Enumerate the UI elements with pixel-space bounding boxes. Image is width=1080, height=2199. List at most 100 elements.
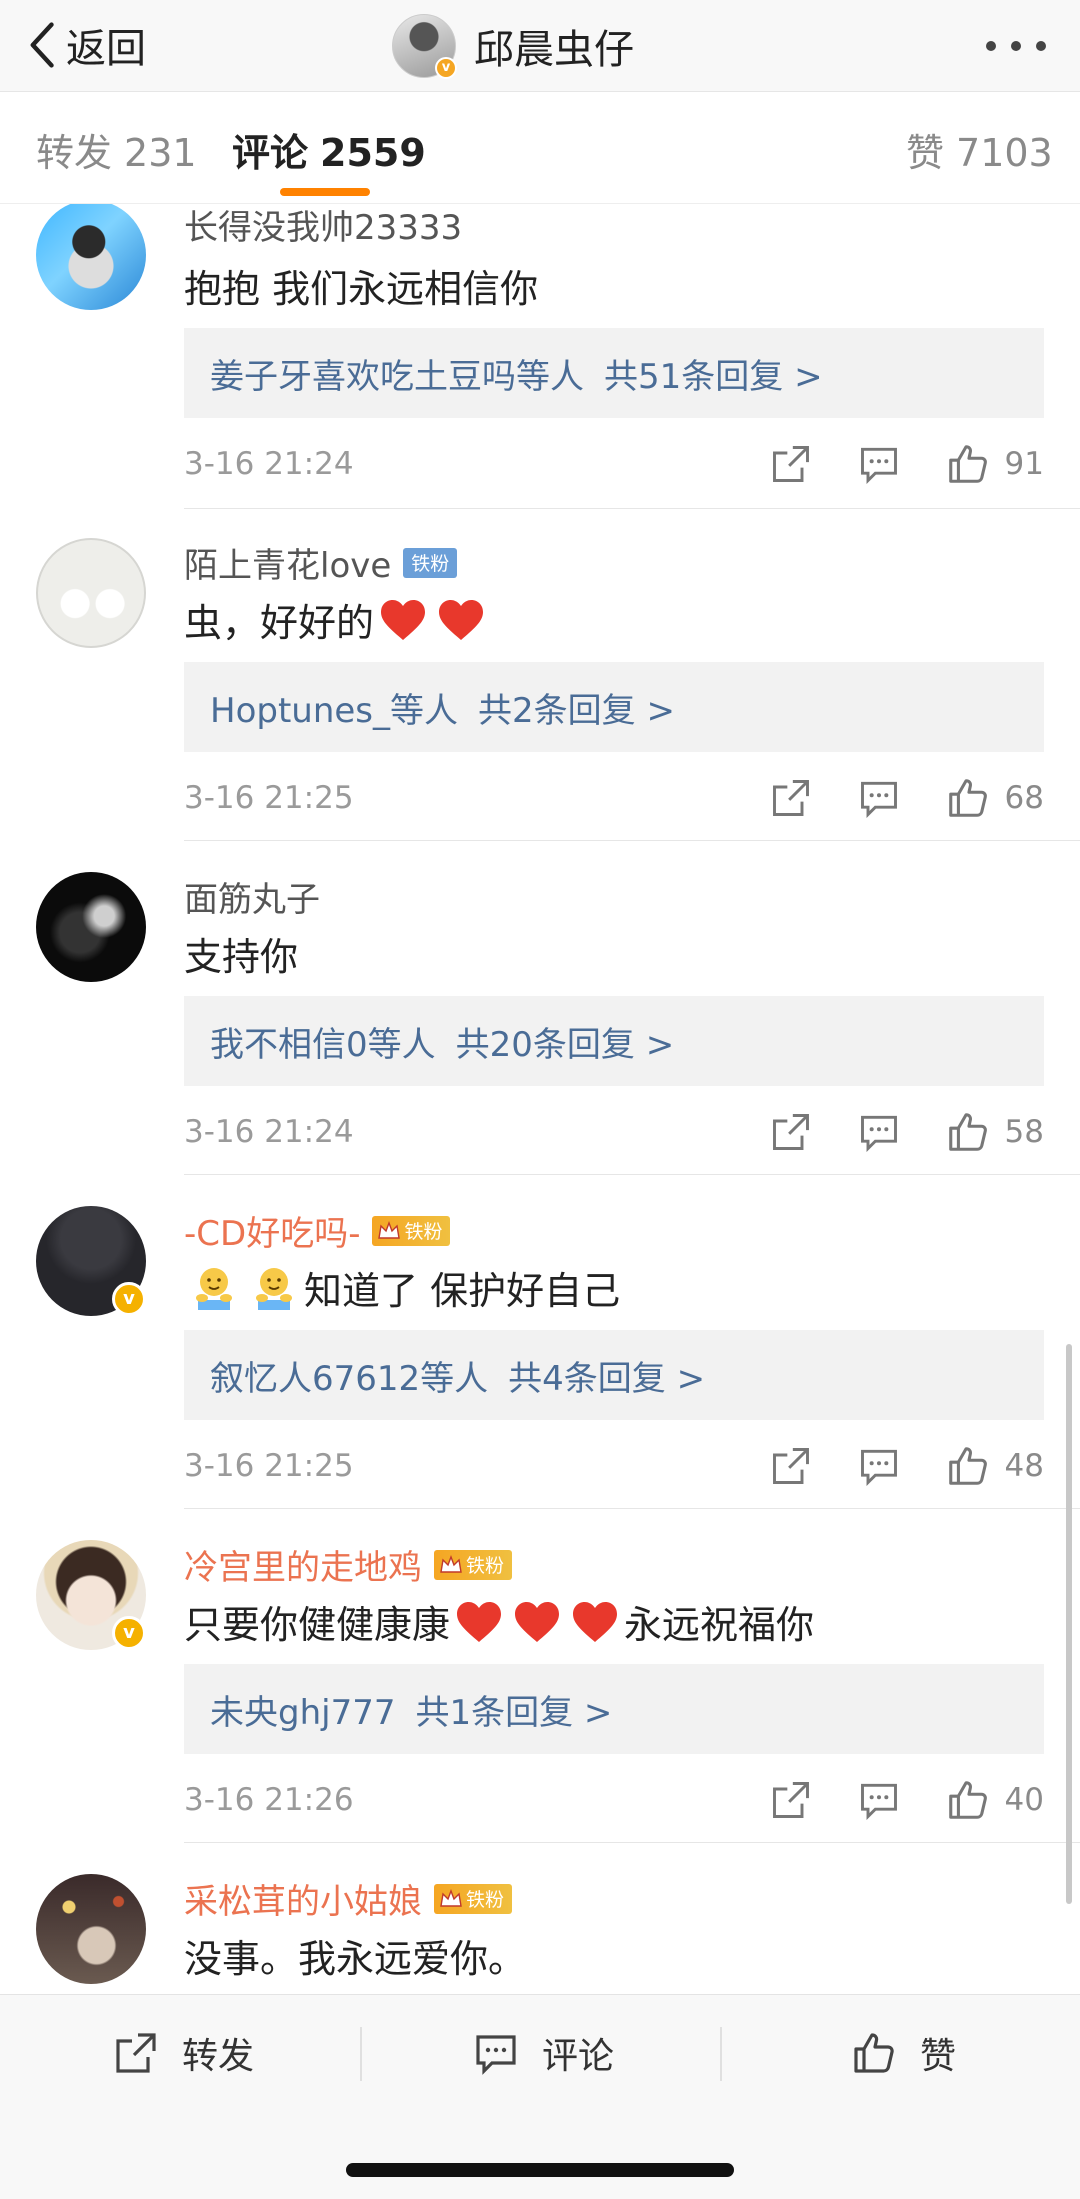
reply-names: 姜子牙喜欢吃土豆吗等人 (210, 356, 584, 397)
divider (184, 508, 1080, 509)
bottom-action-bar: 转发 评论 赞 (0, 1994, 1080, 2199)
comment-text-content: 永远祝福你 (624, 1603, 815, 1647)
comment-icon (476, 2035, 516, 2075)
comment-icon[interactable] (857, 776, 901, 820)
repost-icon[interactable] (769, 1778, 813, 1822)
comment-icon[interactable] (857, 1444, 901, 1488)
reply-count: 共51条回复 > (604, 356, 823, 397)
repost-label: 转发 (182, 2036, 255, 2077)
author-avatar: v (392, 14, 457, 79)
tab-comments[interactable]: 评论 2559 (232, 122, 426, 177)
avatar[interactable]: v (36, 1540, 146, 1650)
reply-preview[interactable]: 我不相信0等人 共20条回复 > (184, 996, 1044, 1086)
avatar[interactable] (36, 1874, 146, 1984)
comment-icon[interactable] (857, 442, 901, 486)
timestamp: 3-16 21:25 (184, 1448, 354, 1484)
avatar[interactable] (36, 204, 146, 310)
chevron-left-icon (30, 22, 54, 68)
repost-icon[interactable] (769, 1444, 813, 1488)
divider (184, 840, 1080, 841)
hug-emoji-icon (196, 1267, 232, 1310)
reply-names: 未央ghj777 (210, 1692, 396, 1733)
fan-badge: 铁粉 (403, 547, 458, 578)
reply-preview[interactable]: 姜子牙喜欢吃土豆吗等人 共51条回复 > (184, 328, 1044, 418)
nav-title[interactable]: v 邱晨虫仔 (392, 0, 634, 92)
thumbs-up-icon (948, 1113, 987, 1151)
comment-list[interactable]: 长得没我帅23333 抱抱 我们永远相信你 姜子牙喜欢吃土豆吗等人 共51条回复 … (0, 204, 1080, 1994)
verified-icon: v (112, 1282, 146, 1316)
home-indicator[interactable] (346, 2163, 734, 2177)
thumbs-up-icon (948, 1781, 987, 1819)
avatar[interactable] (36, 538, 146, 648)
divider (184, 1174, 1080, 1175)
username[interactable]: 采松茸的小姑娘 铁粉 (184, 1874, 513, 1923)
username[interactable]: 冷宫里的走地鸡 铁粉 (184, 1540, 513, 1589)
comment-text: 支持你 (184, 935, 299, 979)
like-button[interactable]: 58 (945, 1109, 1044, 1155)
comment-icon[interactable] (857, 1778, 901, 1822)
like-count: 40 (1004, 1782, 1044, 1818)
comment-text: 没事。我永远爱你。 (184, 1937, 527, 1981)
like-count: 58 (1004, 1114, 1044, 1150)
tab-comments-label: 评论 (232, 131, 309, 175)
back-label: 返回 (66, 26, 146, 72)
tab-likes[interactable]: 赞 7103 (906, 122, 1053, 177)
crown-icon (440, 1554, 462, 1573)
divider (184, 1508, 1080, 1509)
thumbs-up-icon (948, 445, 987, 483)
reply-preview[interactable]: 叙忆人67612等人 共4条回复 > (184, 1330, 1044, 1420)
like-count: 91 (1004, 446, 1044, 482)
fan-badge: 铁粉 (372, 1215, 451, 1246)
username-text: 采松茸的小姑娘 (184, 1882, 422, 1922)
comment-icon[interactable] (857, 1110, 901, 1154)
divider (184, 1842, 1080, 1843)
like-button[interactable]: 68 (945, 775, 1044, 821)
tab-likes-count: 7103 (956, 131, 1053, 175)
username[interactable]: 面筋丸子 (184, 872, 320, 921)
comment-text: 抱抱 我们永远相信你 (184, 267, 539, 311)
username-text: 冷宫里的走地鸡 (184, 1548, 422, 1588)
comment-label: 评论 (542, 2036, 615, 2077)
heart-emoji-icon (457, 1601, 502, 1642)
scrollbar[interactable] (1066, 1344, 1072, 1904)
comment-text: 知道了 保护好自己 (184, 1260, 620, 1315)
comment-button[interactable]: 评论 (472, 2023, 614, 2083)
author-name: 邱晨虫仔 (474, 27, 634, 73)
more-icon[interactable] (986, 26, 1046, 66)
thumbs-up-icon (948, 1447, 987, 1485)
top-nav-bar: 返回 v 邱晨虫仔 (0, 0, 1080, 92)
comment-text: 只要你健健康康 永远祝福你 (184, 1594, 814, 1649)
username-text: -CD好吃吗- (184, 1214, 361, 1254)
repost-icon[interactable] (769, 442, 813, 486)
like-button[interactable]: 赞 (850, 2023, 956, 2083)
reply-preview[interactable]: Hoptunes_等人 共2条回复 > (184, 662, 1044, 752)
fan-badge: 铁粉 (434, 1883, 513, 1914)
reply-preview[interactable]: 未央ghj777 共1条回复 > (184, 1664, 1044, 1754)
repost-icon[interactable] (769, 776, 813, 820)
timestamp: 3-16 21:26 (184, 1782, 354, 1818)
comment-text-content: 虫，好好的 (184, 601, 375, 645)
like-button[interactable]: 40 (945, 1777, 1044, 1823)
fan-badge-label: 铁粉 (404, 1221, 443, 1243)
username[interactable]: -CD好吃吗- 铁粉 (184, 1206, 451, 1255)
heart-emoji-icon (515, 1601, 560, 1642)
repost-icon (116, 2033, 156, 2073)
repost-icon[interactable] (769, 1110, 813, 1154)
thumbs-up-icon (854, 2033, 894, 2073)
repost-button[interactable]: 转发 (112, 2023, 254, 2083)
reply-count: 共2条回复 > (478, 690, 675, 731)
comment-meta: 3-16 21:25 68 (184, 768, 1044, 828)
username[interactable]: 陌上青花love 铁粉 (184, 538, 458, 587)
like-button[interactable]: 91 (945, 441, 1044, 487)
tab-repost-label: 转发 (36, 131, 113, 175)
username[interactable]: 长得没我帅23333 (184, 204, 462, 249)
avatar[interactable]: v (36, 1206, 146, 1316)
reply-names: Hoptunes_等人 (210, 690, 459, 731)
like-button[interactable]: 48 (945, 1443, 1044, 1489)
avatar[interactable] (36, 872, 146, 982)
tab-repost[interactable]: 转发 231 (36, 122, 197, 177)
timestamp: 3-16 21:24 (184, 446, 354, 482)
back-button[interactable]: 返回 (26, 10, 146, 80)
comment-meta: 3-16 21:24 58 (184, 1102, 1044, 1162)
fan-badge: 铁粉 (434, 1549, 513, 1580)
